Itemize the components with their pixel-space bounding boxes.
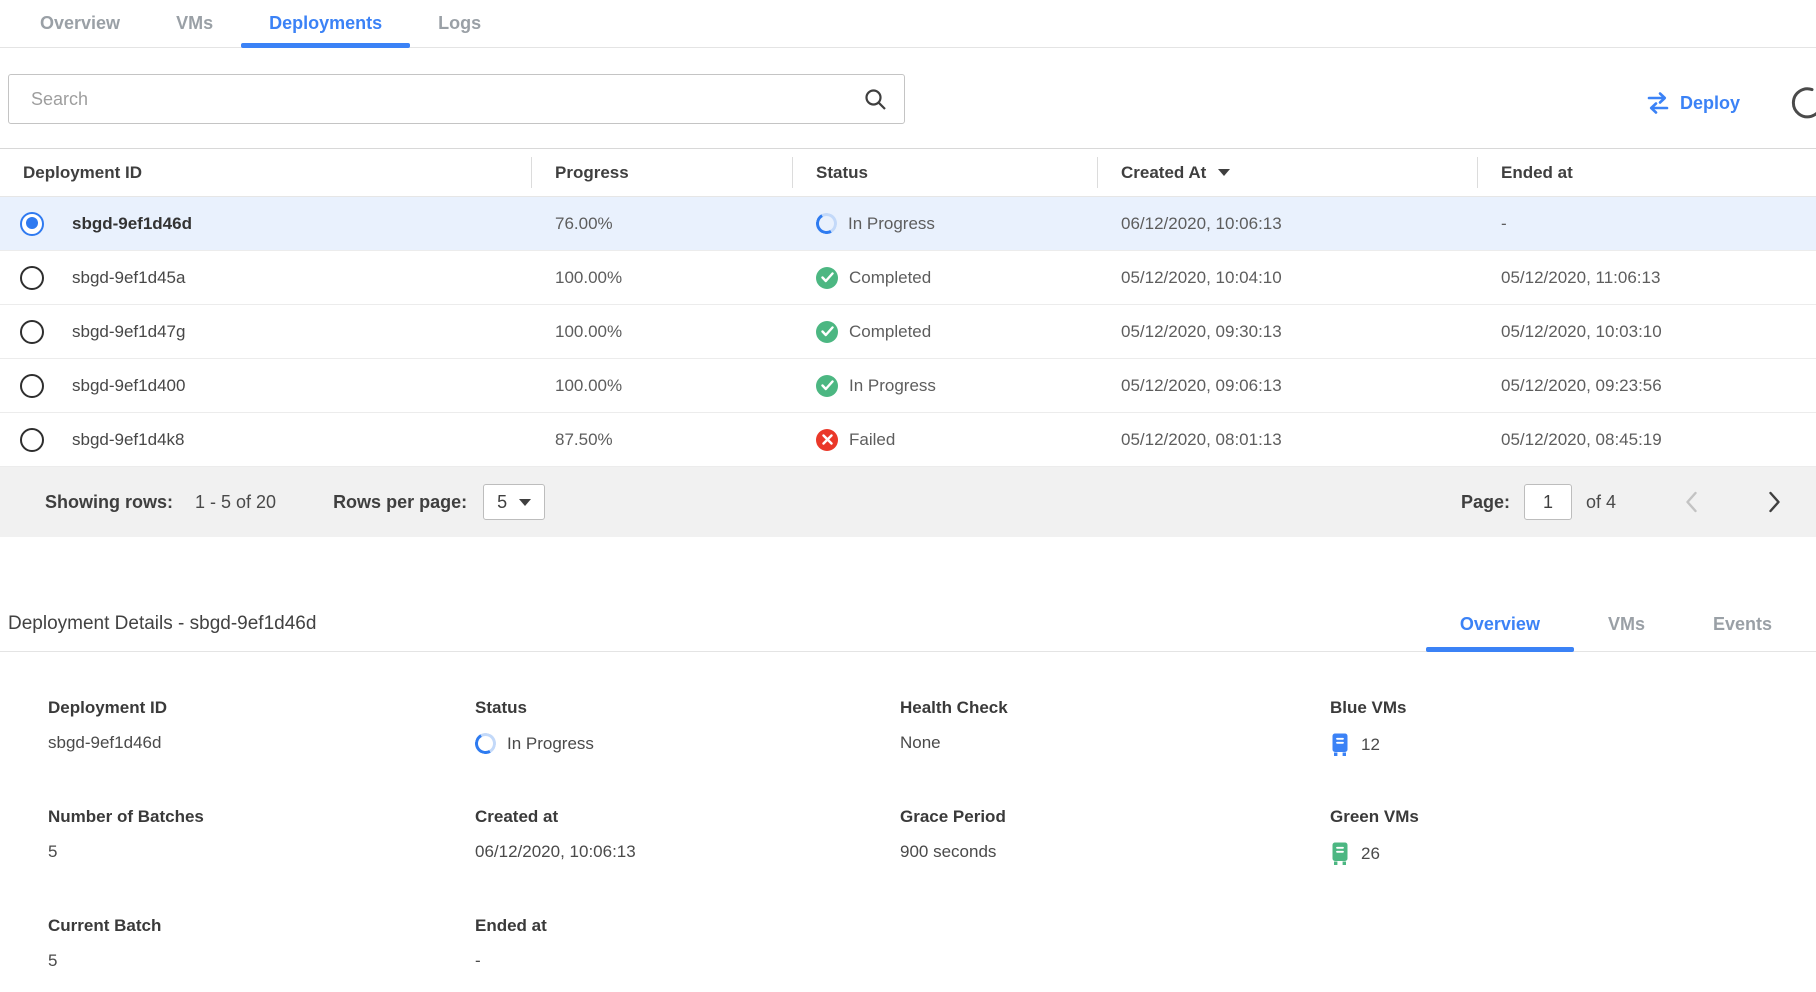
sort-desc-icon	[1218, 169, 1230, 176]
page-number-input[interactable]	[1524, 484, 1572, 520]
created-at-value: 06/12/2020, 10:06:13	[1097, 214, 1477, 234]
column-header-created-at[interactable]: Created At	[1097, 149, 1477, 196]
rows-per-page-select[interactable]: 5	[483, 484, 545, 520]
progress-value: 87.50%	[531, 430, 792, 450]
check-circle-icon	[816, 267, 838, 289]
progress-value: 100.00%	[531, 322, 792, 342]
check-circle-icon	[816, 375, 838, 397]
status-label: In Progress	[849, 376, 936, 396]
rows-per-page-value: 5	[497, 492, 507, 513]
ended-at-value: -	[1477, 214, 1816, 234]
row-radio[interactable]	[20, 266, 44, 290]
tab-vms[interactable]: VMs	[148, 0, 241, 47]
deployment-id: sbgd-9ef1d47g	[72, 322, 185, 342]
toolbar: Deploy	[0, 48, 1816, 126]
field-green-vms: Green VMs 26	[1330, 807, 1816, 866]
field-status: Status In Progress	[475, 698, 900, 757]
row-radio[interactable]	[20, 374, 44, 398]
tab-logs[interactable]: Logs	[410, 0, 509, 47]
details-tab-events[interactable]: Events	[1679, 597, 1806, 651]
table-row[interactable]: sbgd-9ef1d46d 76.00% In Progress 06/12/2…	[0, 197, 1816, 251]
column-header-status[interactable]: Status	[792, 149, 1097, 196]
page-label: Page:	[1461, 492, 1510, 513]
swap-arrows-icon	[1646, 91, 1670, 115]
column-header-ended-at[interactable]: Ended at	[1477, 149, 1816, 196]
column-header-progress[interactable]: Progress	[531, 149, 792, 196]
created-at-value: 05/12/2020, 09:30:13	[1097, 322, 1477, 342]
table-row[interactable]: sbgd-9ef1d400 100.00% In Progress 05/12/…	[0, 359, 1816, 413]
row-radio[interactable]	[20, 320, 44, 344]
in-progress-spinner-icon	[473, 731, 499, 757]
next-page-button[interactable]	[1767, 490, 1782, 514]
showing-rows-label: Showing rows:	[45, 492, 173, 513]
field-health-check: Health Check None	[900, 698, 1330, 757]
ended-at-value: 05/12/2020, 09:23:56	[1477, 376, 1816, 396]
field-current-batch: Current Batch 5	[48, 916, 475, 971]
showing-rows-value: 1 - 5 of 20	[195, 492, 276, 513]
check-circle-icon	[816, 321, 838, 343]
progress-value: 100.00%	[531, 376, 792, 396]
progress-value: 100.00%	[531, 268, 792, 288]
table-row[interactable]: sbgd-9ef1d47g 100.00% Completed 05/12/20…	[0, 305, 1816, 359]
field-created-at: Created at 06/12/2020, 10:06:13	[475, 807, 900, 866]
blue-server-icon	[1330, 733, 1350, 757]
search-input[interactable]	[8, 74, 905, 124]
status-label: Failed	[849, 430, 895, 450]
field-grace-period: Grace Period 900 seconds	[900, 807, 1330, 866]
status-label: Completed	[849, 322, 931, 342]
progress-value: 76.00%	[531, 214, 792, 234]
table-row[interactable]: sbgd-9ef1d45a 100.00% Completed 05/12/20…	[0, 251, 1816, 305]
deploy-button[interactable]: Deploy	[1646, 91, 1740, 115]
row-radio-selected[interactable]	[20, 212, 44, 236]
table-pagination-bar: Showing rows: 1 - 5 of 20 Rows per page:…	[0, 467, 1816, 537]
status-label: In Progress	[848, 214, 935, 234]
top-tab-bar: Overview VMs Deployments Logs	[0, 0, 1816, 48]
field-blue-vms: Blue VMs 12	[1330, 698, 1816, 757]
ended-at-value: 05/12/2020, 08:45:19	[1477, 430, 1816, 450]
created-at-value: 05/12/2020, 10:04:10	[1097, 268, 1477, 288]
deployment-id: sbgd-9ef1d4k8	[72, 430, 184, 450]
created-at-value: 05/12/2020, 09:06:13	[1097, 376, 1477, 396]
status-label: Completed	[849, 268, 931, 288]
deploy-button-label: Deploy	[1680, 93, 1740, 114]
created-at-value: 05/12/2020, 08:01:13	[1097, 430, 1477, 450]
field-ended-at: Ended at -	[475, 916, 900, 971]
x-circle-icon	[816, 429, 838, 451]
table-header-row: Deployment ID Progress Status Created At…	[0, 148, 1816, 197]
refresh-icon[interactable]	[1788, 86, 1816, 120]
details-tab-vms[interactable]: VMs	[1574, 597, 1679, 651]
field-number-of-batches: Number of Batches 5	[48, 807, 475, 866]
ended-at-value: 05/12/2020, 10:03:10	[1477, 322, 1816, 342]
details-tab-overview[interactable]: Overview	[1426, 597, 1574, 651]
chevron-down-icon	[519, 499, 531, 506]
field-deployment-id: Deployment ID sbgd-9ef1d46d	[48, 698, 475, 757]
table-row[interactable]: sbgd-9ef1d4k8 87.50% Failed 05/12/2020, …	[0, 413, 1816, 467]
deployments-table: Deployment ID Progress Status Created At…	[0, 148, 1816, 537]
in-progress-spinner-icon	[814, 211, 840, 237]
rows-per-page-label: Rows per page:	[333, 492, 467, 513]
ended-at-value: 05/12/2020, 11:06:13	[1477, 268, 1816, 288]
deployment-id: sbgd-9ef1d46d	[72, 214, 192, 234]
deployment-details-section: Deployment Details - sbgd-9ef1d46d Overv…	[0, 597, 1816, 971]
previous-page-button[interactable]	[1684, 490, 1699, 514]
tab-overview[interactable]: Overview	[12, 0, 148, 47]
column-header-deployment-id[interactable]: Deployment ID	[0, 149, 531, 196]
deployment-id: sbgd-9ef1d400	[72, 376, 185, 396]
row-radio[interactable]	[20, 428, 44, 452]
details-title: Deployment Details - sbgd-9ef1d46d	[8, 613, 316, 635]
deployment-id: sbgd-9ef1d45a	[72, 268, 185, 288]
details-tab-bar: Overview VMs Events	[1426, 597, 1816, 651]
page-total-label: of 4	[1586, 492, 1616, 513]
search-icon	[863, 87, 887, 111]
tab-deployments[interactable]: Deployments	[241, 0, 410, 47]
details-grid: Deployment ID sbgd-9ef1d46d Status In Pr…	[48, 698, 1816, 971]
green-server-icon	[1330, 842, 1350, 866]
